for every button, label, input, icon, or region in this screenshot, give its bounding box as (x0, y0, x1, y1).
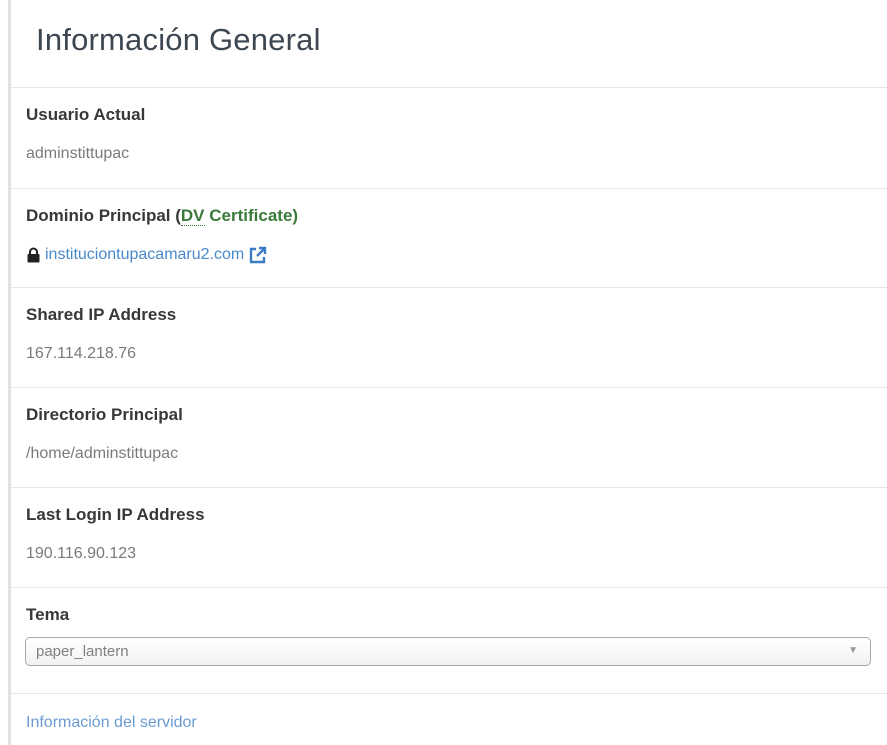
theme-select-value: paper_lantern (36, 643, 129, 660)
lock-icon (27, 247, 40, 263)
primary-domain-value: instituciontupacamaru2.com (26, 246, 267, 264)
current-user-label: Usuario Actual (26, 105, 146, 124)
last-login-ip-label: Last Login IP Address (26, 505, 205, 524)
primary-domain-label-prefix: Dominio Principal ( (26, 206, 181, 225)
server-info-row: Información del servidor (11, 693, 887, 745)
shared-ip-row: Shared IP Address 167.114.218.76 (11, 287, 887, 387)
primary-domain-row: Dominio Principal (DV Certificate) insti… (11, 188, 887, 287)
home-directory-row: Directorio Principal /home/adminstittupa… (11, 387, 887, 487)
shared-ip-value: 167.114.218.76 (26, 345, 137, 362)
shared-ip-label: Shared IP Address (26, 305, 177, 324)
home-directory-value: /home/adminstittupac (26, 445, 179, 462)
dv-certificate-abbr[interactable]: DV (180, 206, 205, 226)
primary-domain-link[interactable]: instituciontupacamaru2.com (45, 246, 244, 264)
certificate-type: Certificate) (204, 206, 299, 225)
chevron-down-icon: ▼ (848, 645, 858, 656)
theme-label: Tema (26, 605, 70, 624)
theme-select[interactable]: paper_lantern ▼ (25, 637, 871, 666)
last-login-ip-value: 190.116.90.123 (26, 545, 137, 562)
current-user-row: Usuario Actual adminstittupac (11, 87, 887, 188)
theme-row: Tema paper_lantern ▼ (11, 587, 887, 693)
home-directory-label: Directorio Principal (26, 405, 183, 424)
panel-title: Información General (36, 22, 321, 57)
general-info-panel: Información General Usuario Actual admin… (0, 0, 887, 745)
current-user-value: adminstittupac (26, 145, 130, 162)
primary-domain-label: Dominio Principal (DV Certificate) (26, 206, 298, 226)
external-link-icon[interactable] (249, 246, 267, 264)
server-info-link[interactable]: Información del servidor (26, 714, 197, 732)
last-login-ip-row: Last Login IP Address 190.116.90.123 (11, 487, 887, 587)
